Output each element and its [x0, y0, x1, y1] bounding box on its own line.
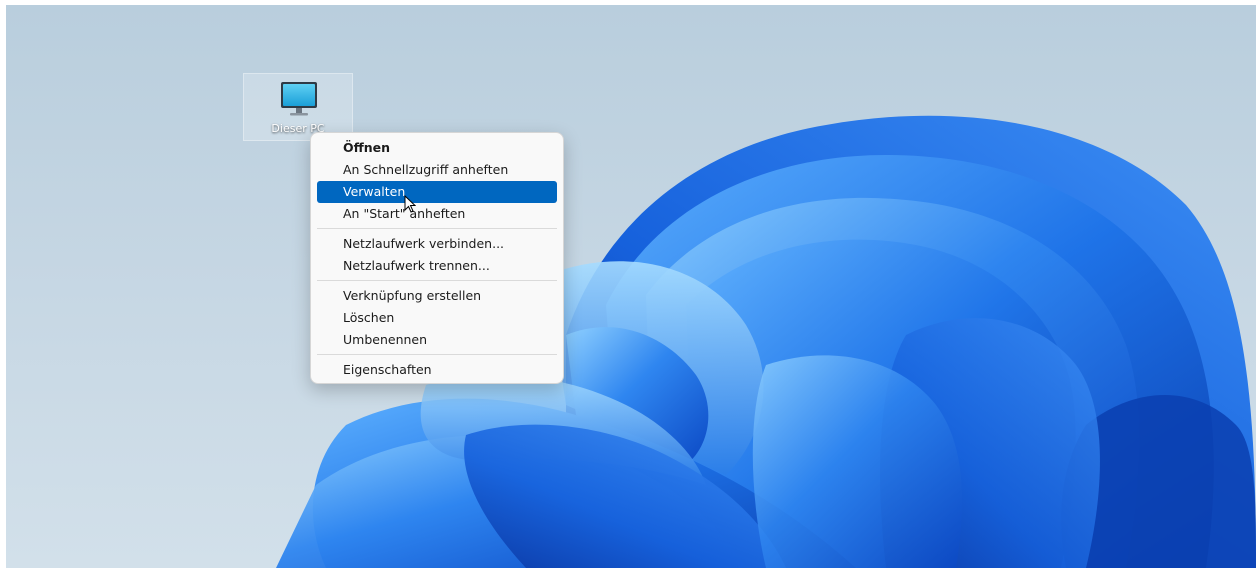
context-menu: Öffnen An Schnellzugriff anheften Verwalte…	[310, 132, 564, 384]
menu-item-netzlaufwerk-verbinden[interactable]: Netzlaufwerk verbinden...	[317, 233, 557, 255]
menu-item-an-schnellzugriff-anheften[interactable]: An Schnellzugriff anheften	[317, 159, 557, 181]
menu-separator	[317, 354, 557, 355]
menu-item-verknuepfung-erstellen[interactable]: Verknüpfung erstellen	[317, 285, 557, 307]
menu-separator	[317, 280, 557, 281]
wallpaper-bloom	[276, 115, 1256, 568]
menu-item-netzlaufwerk-trennen[interactable]: Netzlaufwerk trennen...	[317, 255, 557, 277]
menu-item-eigenschaften[interactable]: Eigenschaften	[317, 359, 557, 381]
menu-separator	[317, 228, 557, 229]
desktop-icon-this-pc[interactable]: Dieser PC	[243, 73, 353, 141]
mouse-cursor-icon	[404, 195, 416, 213]
desktop[interactable]: Dieser PC Öffnen An Schnellzugriff anheft…	[6, 5, 1256, 568]
menu-item-an-start-anheften[interactable]: An "Start" anheften	[317, 203, 557, 225]
menu-item-oeffnen[interactable]: Öffnen	[317, 137, 557, 159]
menu-item-loeschen[interactable]: Löschen	[317, 307, 557, 329]
menu-item-umbenennen[interactable]: Umbenennen	[317, 329, 557, 351]
monitor-icon	[281, 82, 317, 116]
menu-item-verwalten[interactable]: Verwalten	[317, 181, 557, 203]
